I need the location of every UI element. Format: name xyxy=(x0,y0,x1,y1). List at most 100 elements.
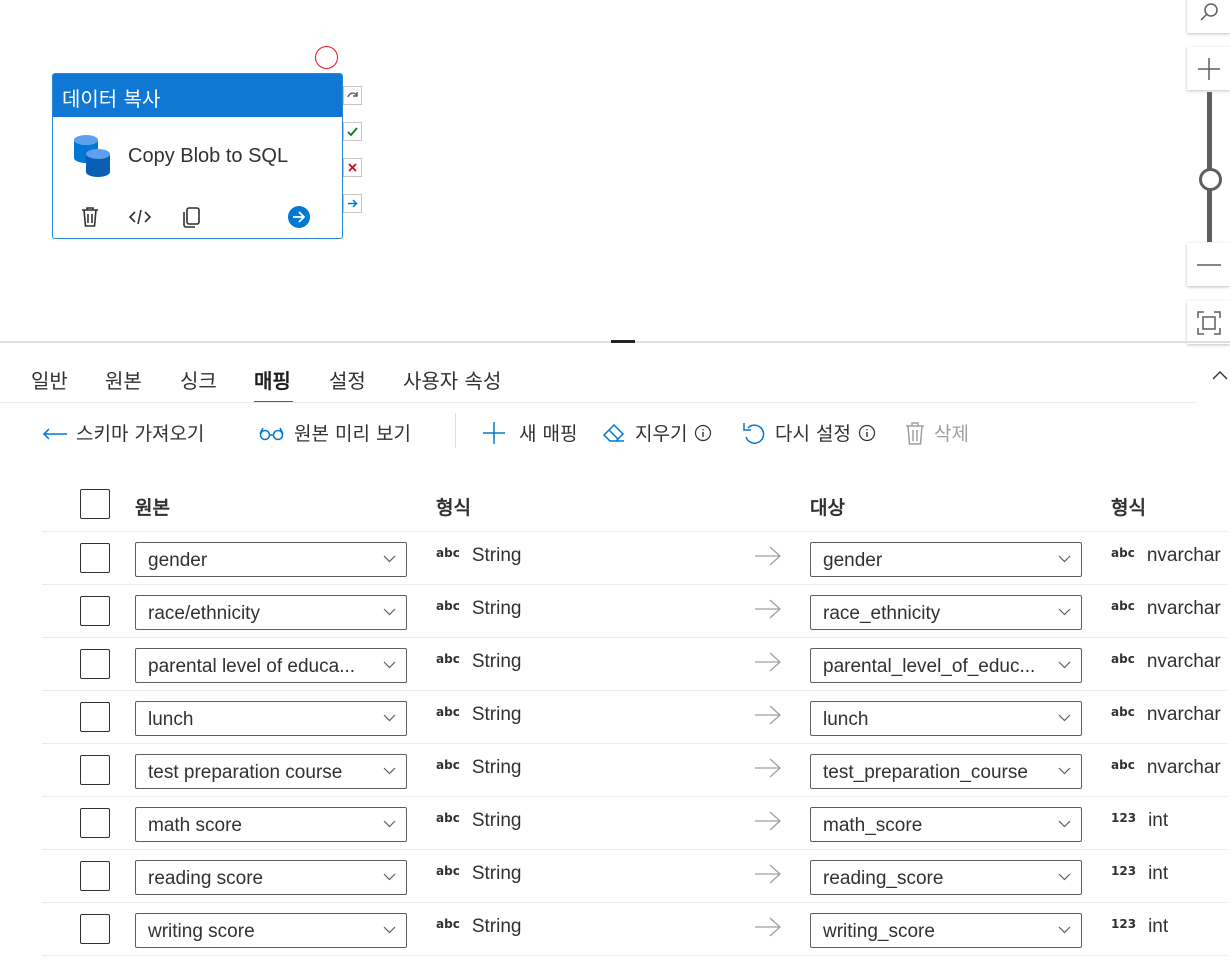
target-column-dropdown[interactable]: lunch xyxy=(810,701,1082,736)
delete-button[interactable]: 삭제 xyxy=(904,419,969,446)
pipeline-canvas[interactable]: 데이터 복사 Copy Blob to SQL xyxy=(0,0,1230,344)
chevron-down-icon xyxy=(383,873,396,881)
target-column-value: writing_score xyxy=(823,921,935,942)
tab-source[interactable]: 원본 xyxy=(105,365,142,394)
chevron-down-icon xyxy=(383,926,396,934)
source-column-dropdown[interactable]: race/ethnicity xyxy=(135,595,407,630)
copy-icon[interactable] xyxy=(179,204,205,230)
delete-icon[interactable] xyxy=(77,204,103,230)
type-badge: abc xyxy=(436,599,460,613)
source-type-text: String xyxy=(471,810,522,831)
source-type-text: String xyxy=(471,651,522,672)
target-column-dropdown[interactable]: gender xyxy=(810,542,1082,577)
source-column-value: gender xyxy=(148,550,208,571)
zoom-out-button[interactable] xyxy=(1187,243,1230,286)
row-checkbox[interactable] xyxy=(80,755,110,785)
target-type: abc nvarchar xyxy=(1111,757,1221,779)
row-checkbox[interactable] xyxy=(80,543,110,573)
chevron-down-icon xyxy=(1058,608,1071,616)
new-mapping-button[interactable]: 새 매핑 xyxy=(481,419,577,446)
chevron-up-icon[interactable] xyxy=(1211,368,1229,382)
target-column-value: lunch xyxy=(823,709,869,730)
activity-type-label: 데이터 복사 xyxy=(53,74,342,117)
source-type: abc String xyxy=(436,704,521,726)
zoom-in-button[interactable] xyxy=(1187,47,1230,90)
info-icon[interactable] xyxy=(694,424,712,442)
source-column-value: parental level of educa... xyxy=(148,656,356,677)
mapping-row: math score abc String math_score 123 int xyxy=(42,797,1227,850)
go-to-activity-icon[interactable] xyxy=(286,204,312,230)
mapping-row: lunch abc String lunch abc nvarchar xyxy=(42,691,1227,744)
mapping-row: reading score abc String reading_score 1… xyxy=(42,850,1227,903)
type-badge: abc xyxy=(436,864,460,878)
glasses-icon xyxy=(259,427,284,440)
row-checkbox[interactable] xyxy=(80,808,110,838)
target-type: 123 int xyxy=(1111,810,1168,832)
zoom-slider-thumb[interactable] xyxy=(1199,168,1222,191)
import-schemas-button[interactable]: 스키마 가져오기 xyxy=(42,419,204,446)
source-type-text: String xyxy=(471,916,522,937)
mapping-arrow-icon xyxy=(755,705,781,725)
toolbar-separator xyxy=(455,413,456,448)
canvas-search-button[interactable] xyxy=(1187,0,1230,33)
target-column-value: math_score xyxy=(823,815,923,836)
target-column-dropdown[interactable]: writing_score xyxy=(810,913,1082,948)
info-icon[interactable] xyxy=(858,424,876,442)
target-column-dropdown[interactable]: parental_level_of_educ... xyxy=(810,648,1082,683)
failure-port-icon[interactable] xyxy=(343,158,362,177)
copy-data-activity[interactable]: 데이터 복사 Copy Blob to SQL xyxy=(52,73,343,239)
target-column-value: gender xyxy=(823,550,883,571)
row-checkbox[interactable] xyxy=(80,702,110,732)
row-checkbox[interactable] xyxy=(80,914,110,944)
arrow-left-icon xyxy=(42,427,67,440)
completion-port-icon[interactable] xyxy=(343,194,362,213)
source-column-dropdown[interactable]: parental level of educa... xyxy=(135,648,407,683)
target-type: abc nvarchar xyxy=(1111,545,1221,567)
source-type-text: String xyxy=(471,757,522,778)
row-checkbox[interactable] xyxy=(80,861,110,891)
clear-button[interactable]: 지우기 xyxy=(601,419,712,446)
source-type: abc String xyxy=(436,651,521,673)
tab-user-properties[interactable]: 사용자 속성 xyxy=(403,365,501,394)
source-column-value: test preparation course xyxy=(148,762,343,783)
row-checkbox[interactable] xyxy=(80,649,110,679)
skip-port-icon[interactable] xyxy=(343,86,362,105)
source-column-value: math score xyxy=(148,815,242,836)
mapping-arrow-icon xyxy=(755,652,781,672)
source-column-dropdown[interactable]: math score xyxy=(135,807,407,842)
mapping-row: parental level of educa... abc String pa… xyxy=(42,638,1227,691)
database-icon xyxy=(74,135,110,177)
chevron-down-icon xyxy=(383,608,396,616)
source-column-dropdown[interactable]: reading score xyxy=(135,860,407,895)
target-column-dropdown[interactable]: math_score xyxy=(810,807,1082,842)
select-all-checkbox[interactable] xyxy=(80,489,110,519)
fit-to-screen-button[interactable] xyxy=(1187,301,1230,344)
source-column-dropdown[interactable]: gender xyxy=(135,542,407,577)
target-column-value: reading_score xyxy=(823,868,944,889)
tab-sink[interactable]: 싱크 xyxy=(180,365,217,394)
preview-source-button[interactable]: 원본 미리 보기 xyxy=(258,419,411,446)
target-column-dropdown[interactable]: race_ethnicity xyxy=(810,595,1082,630)
properties-tabs: 일반 원본 싱크 매핑 설정 사용자 속성 xyxy=(0,343,1230,403)
row-checkbox[interactable] xyxy=(80,596,110,626)
zoom-slider-track[interactable] xyxy=(1207,92,1212,242)
tab-general[interactable]: 일반 xyxy=(31,365,68,394)
tab-mapping[interactable]: 매핑 xyxy=(254,365,291,394)
target-column-value: parental_level_of_educ... xyxy=(823,656,1036,677)
source-column-dropdown[interactable]: writing score xyxy=(135,913,407,948)
target-type-text: int xyxy=(1148,863,1169,884)
validation-error-indicator[interactable] xyxy=(315,46,338,69)
type-badge: abc xyxy=(1111,705,1135,719)
target-column-dropdown[interactable]: reading_score xyxy=(810,860,1082,895)
target-type-text: nvarchar xyxy=(1146,757,1221,778)
source-column-dropdown[interactable]: test preparation course xyxy=(135,754,407,789)
chevron-down-icon xyxy=(1058,873,1071,881)
code-icon[interactable] xyxy=(127,204,153,230)
success-port-icon[interactable] xyxy=(343,122,362,141)
tab-settings[interactable]: 설정 xyxy=(329,365,366,394)
tabs-divider xyxy=(0,402,1197,403)
reset-button[interactable]: 다시 설정 xyxy=(741,419,876,446)
target-column-dropdown[interactable]: test_preparation_course xyxy=(810,754,1082,789)
source-column-dropdown[interactable]: lunch xyxy=(135,701,407,736)
plus-icon xyxy=(483,421,505,444)
